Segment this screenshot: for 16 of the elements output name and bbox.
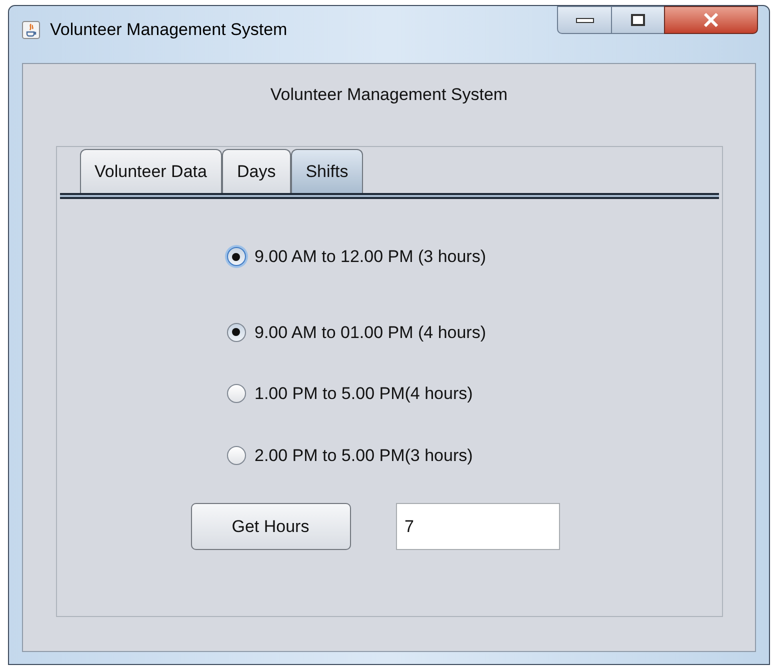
tab[interactable]: Shifts bbox=[290, 149, 364, 193]
shift-radio[interactable]: 2.00 PM to 5.00 PM(3 hours) bbox=[226, 442, 473, 468]
tab[interactable]: Days bbox=[222, 149, 291, 193]
minimize-button[interactable] bbox=[557, 6, 612, 34]
hours-field[interactable]: 7 bbox=[396, 503, 560, 550]
shift-radio[interactable]: 9.00 AM to 12.00 PM (3 hours) bbox=[226, 244, 486, 270]
shift-radio[interactable]: 1.00 PM to 5.00 PM(4 hours) bbox=[226, 381, 473, 406]
heading: Volunteer Management System bbox=[270, 84, 508, 106]
shift-radio[interactable]: 9.00 AM to 01.00 PM (4 hours) bbox=[226, 320, 486, 345]
close-button[interactable] bbox=[664, 6, 758, 34]
cup-icon bbox=[22, 21, 40, 39]
get-hours-button[interactable]: Get Hours bbox=[190, 503, 350, 550]
tab[interactable]: Volunteer Data bbox=[80, 149, 222, 193]
window-title: Volunteer Management System bbox=[50, 20, 288, 40]
maximize-button[interactable] bbox=[612, 6, 664, 34]
close-icon bbox=[703, 13, 719, 27]
